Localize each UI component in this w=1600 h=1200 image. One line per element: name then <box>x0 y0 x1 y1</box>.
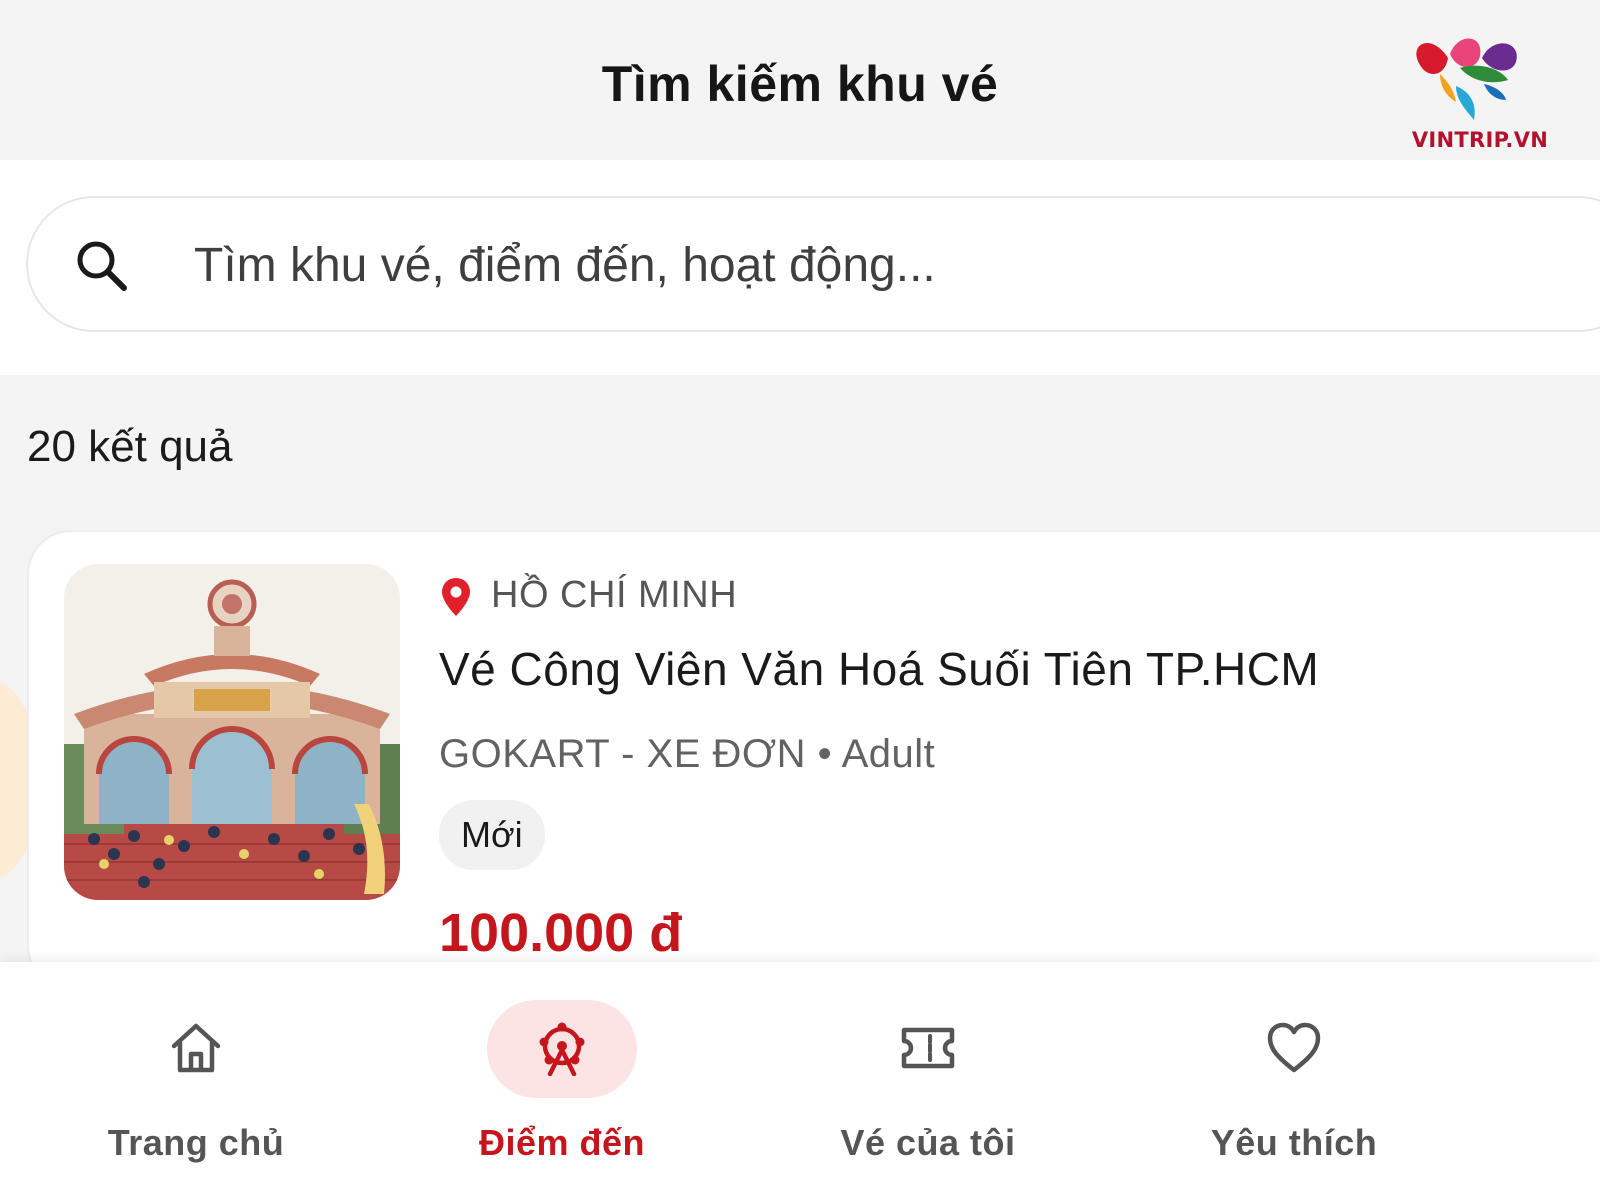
ticket-card[interactable]: HỒ CHÍ MINH Vé Công Viên Văn Hoá Suối Ti… <box>27 530 1600 990</box>
logo-mark-icon <box>1416 38 1517 120</box>
nav-label-favorites: Yêu thích <box>1210 1122 1378 1163</box>
nav-item-home[interactable]: Trang chủ <box>46 962 346 1200</box>
home-icon <box>171 1023 221 1073</box>
nav-item-my-tickets[interactable]: Vé của tôi <box>778 962 1078 1200</box>
ticket-subtitle: GOKART - XE ĐƠN • Adult <box>439 732 936 776</box>
search-input[interactable] <box>192 224 1396 306</box>
search-icon[interactable] <box>72 236 132 296</box>
ticket-price: 100.000 đ <box>439 903 683 963</box>
ticket-title[interactable]: Vé Công Viên Văn Hoá Suối Tiên TP.HCM <box>439 642 1319 696</box>
ticket-icon <box>901 1027 955 1069</box>
location-pin-icon <box>442 578 470 616</box>
heart-icon <box>1267 1022 1321 1073</box>
bottom-navigation: Trang chủ Điểm đến Vé của tôi Yêu thích <box>0 962 1600 1200</box>
ticket-thumbnail <box>64 564 400 900</box>
page-title: Tìm kiếm khu vé <box>601 56 999 112</box>
results-count: 20 kết quả <box>27 422 233 471</box>
nav-label-destinations: Điểm đến <box>478 1122 646 1163</box>
search-bar[interactable] <box>26 196 1600 332</box>
ferris-wheel-icon <box>539 1022 585 1076</box>
search-section <box>0 160 1600 375</box>
new-badge: Mới <box>439 800 545 870</box>
vintrip-logo: VINTRIP.VN <box>1400 28 1560 158</box>
nav-label-my-tickets: Vé của tôi <box>840 1122 1016 1163</box>
nav-label-home: Trang chủ <box>107 1122 285 1163</box>
nav-item-destinations[interactable]: Điểm đến <box>412 962 712 1200</box>
nav-item-favorites[interactable]: Yêu thích <box>1144 962 1444 1200</box>
app-header: Tìm kiếm khu vé VINTRIP.VN <box>0 0 1600 160</box>
logo-text: VINTRIP.VN <box>1411 128 1549 152</box>
location-text: HỒ CHÍ MINH <box>491 574 738 616</box>
